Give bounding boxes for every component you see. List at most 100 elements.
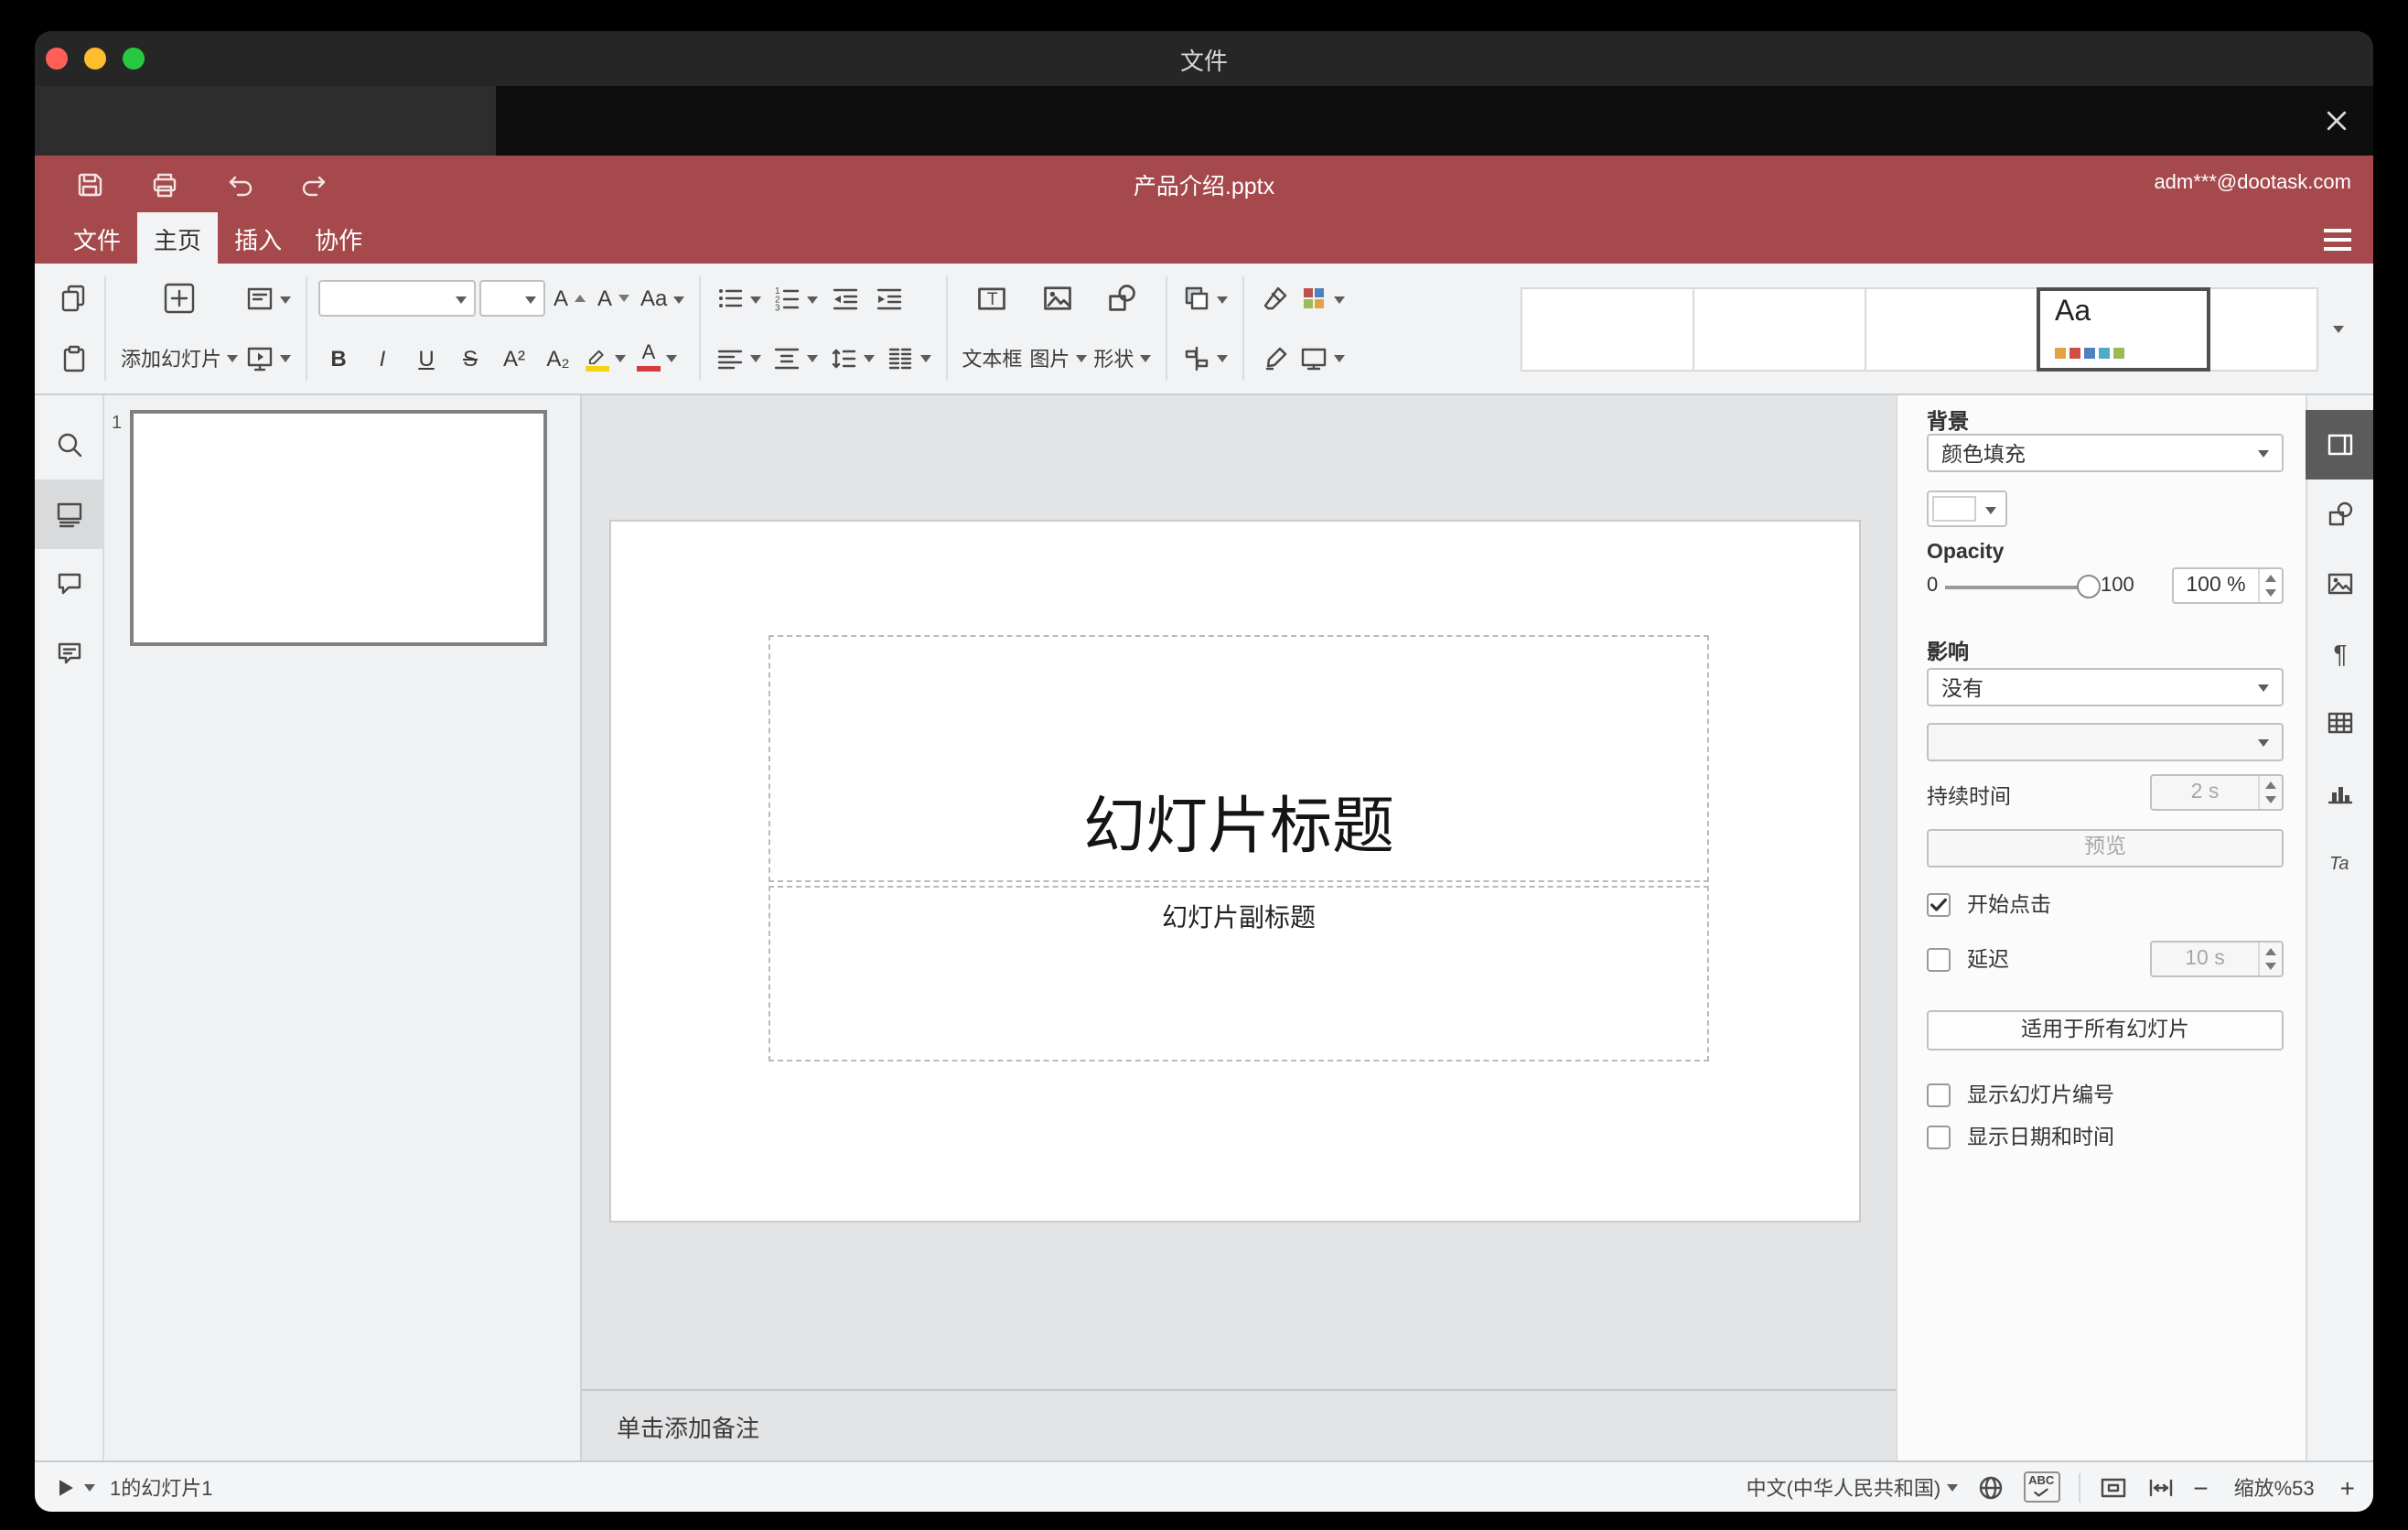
zoom-in-button[interactable]: + [2340, 1474, 2355, 1500]
slide-canvas[interactable]: 幻灯片标题 幻灯片副标题 [582, 395, 1896, 1389]
tab-file[interactable]: 文件 [57, 212, 137, 264]
paste-button[interactable] [53, 337, 93, 381]
color-scheme-button[interactable] [1295, 277, 1348, 321]
textart-settings-button[interactable]: Ta [2306, 827, 2373, 897]
spinner-arrows-icon[interactable] [2258, 569, 2282, 602]
underline-button[interactable]: U [406, 337, 446, 381]
theme-slot-2[interactable] [1693, 286, 1866, 371]
slide[interactable]: 幻灯片标题 幻灯片副标题 [609, 520, 1861, 1223]
delay-spinner[interactable]: 10 s [2150, 941, 2284, 977]
save-button[interactable] [75, 169, 104, 199]
feedback-panel-button[interactable] [35, 619, 103, 688]
change-layout-button[interactable] [242, 277, 295, 321]
theme-gallery-expand-button[interactable] [2318, 286, 2359, 371]
table-settings-button[interactable] [2306, 688, 2373, 758]
document-language-icon[interactable] [1975, 1472, 2005, 1502]
theme-slot-5[interactable] [2209, 286, 2318, 371]
superscript-button[interactable]: A² [494, 337, 534, 381]
fill-color-picker[interactable] [1927, 490, 2007, 527]
chart-settings-button[interactable] [2306, 758, 2373, 827]
spinner-arrows-icon[interactable] [2258, 776, 2282, 809]
opacity-slider-track[interactable] [1945, 586, 2088, 589]
slide-size-button[interactable] [1295, 337, 1348, 381]
search-panel-button[interactable] [35, 410, 103, 479]
opacity-slider-handle[interactable] [2077, 575, 2101, 598]
start-slideshow-status-button[interactable] [53, 1474, 95, 1500]
print-button[interactable] [150, 169, 179, 199]
preview-button[interactable]: 预览 [1927, 829, 2284, 867]
copy-button[interactable] [53, 277, 93, 321]
shape-settings-button[interactable] [2306, 479, 2373, 549]
fit-to-slide-button[interactable] [2098, 1472, 2127, 1502]
font-color-button[interactable]: A [633, 337, 681, 381]
paragraph-settings-button[interactable]: ¶ [2306, 619, 2373, 688]
vertical-align-button[interactable] [768, 337, 821, 381]
insert-image-button[interactable]: 图片 [1026, 337, 1090, 381]
tab-collaboration[interactable]: 协作 [298, 212, 379, 264]
delay-checkbox[interactable] [1927, 947, 1951, 971]
apply-to-all-slides-button[interactable]: 适用于所有幻灯片 [1927, 1010, 2284, 1051]
language-selector[interactable]: 中文(中华人民共和国) [1747, 1472, 1958, 1502]
decrease-indent-button[interactable] [824, 277, 865, 321]
start-slideshow-toolbar-button[interactable] [242, 337, 295, 381]
subscript-button[interactable]: A₂ [538, 337, 578, 381]
increase-indent-button[interactable] [868, 277, 908, 321]
line-spacing-button[interactable] [824, 337, 877, 381]
align-shapes-button[interactable] [1177, 337, 1231, 381]
strikethrough-button[interactable]: S [450, 337, 490, 381]
copy-style-button[interactable] [1254, 337, 1295, 381]
add-slide-icon[interactable] [157, 277, 201, 321]
change-case-button[interactable]: Aa [637, 277, 687, 321]
bullets-button[interactable] [711, 277, 764, 321]
notes-area[interactable]: 单击添加备注 [582, 1389, 1896, 1460]
slide-settings-button[interactable] [2306, 410, 2373, 479]
menu-icon[interactable] [2324, 229, 2351, 251]
theme-slot-selected[interactable]: Aa [2037, 286, 2210, 371]
arrange-shapes-button[interactable] [1177, 277, 1231, 321]
bold-button[interactable]: B [318, 337, 359, 381]
spellcheck-icon[interactable]: ABC [2023, 1471, 2060, 1503]
insert-textbox-button[interactable]: 文本框 [958, 337, 1026, 381]
comments-panel-button[interactable] [35, 549, 103, 619]
tab-insert[interactable]: 插入 [218, 212, 298, 264]
increase-font-button[interactable]: A [549, 277, 589, 321]
theme-slot-3[interactable] [1865, 286, 2038, 371]
zoom-level-label[interactable]: 缩放%53 [2227, 1472, 2322, 1502]
highlight-color-button[interactable] [582, 337, 629, 381]
image-settings-button[interactable] [2306, 549, 2373, 619]
insert-textbox-icon[interactable]: T [972, 277, 1012, 321]
add-slide-button[interactable]: 添加幻灯片 [117, 337, 242, 381]
theme-slot-1[interactable] [1521, 286, 1694, 371]
spinner-arrows-icon[interactable] [2258, 943, 2282, 975]
decrease-font-button[interactable]: A [593, 277, 633, 321]
horizontal-align-button[interactable] [711, 337, 764, 381]
start-on-click-checkbox[interactable] [1927, 892, 1951, 916]
effect-type-select[interactable] [1927, 723, 2284, 761]
show-slide-number-checkbox[interactable] [1927, 1083, 1951, 1106]
fit-to-width-button[interactable] [2145, 1472, 2175, 1502]
duration-spinner[interactable]: 2 s [2150, 774, 2284, 811]
insert-shape-button[interactable]: 形状 [1090, 337, 1154, 381]
insert-shape-icon[interactable] [1102, 277, 1142, 321]
columns-button[interactable] [881, 337, 934, 381]
zoom-out-button[interactable]: − [2193, 1474, 2208, 1500]
slide-thumbnail-1[interactable] [130, 410, 547, 646]
tab-home[interactable]: 主页 [137, 212, 219, 264]
subtitle-placeholder[interactable]: 幻灯片副标题 [769, 886, 1709, 1061]
close-icon[interactable] [2320, 104, 2353, 137]
undo-button[interactable] [225, 169, 254, 199]
font-size-combo[interactable] [479, 280, 545, 318]
italic-button[interactable]: I [362, 337, 403, 381]
numbering-button[interactable]: 123 [768, 277, 821, 321]
opacity-spinner[interactable]: 100 % [2172, 567, 2284, 604]
show-date-time-checkbox[interactable] [1927, 1125, 1951, 1148]
fill-type-select[interactable]: 颜色填充 [1927, 434, 2284, 472]
insert-textbox-group: T 文本框 [958, 269, 1026, 388]
slides-panel-button[interactable] [35, 479, 103, 549]
clear-style-button[interactable] [1254, 277, 1295, 321]
insert-image-icon[interactable] [1037, 277, 1078, 321]
effect-select[interactable]: 没有 [1927, 668, 2284, 706]
font-name-combo[interactable] [318, 280, 476, 318]
redo-button[interactable] [300, 169, 329, 199]
title-placeholder[interactable]: 幻灯片标题 [769, 635, 1709, 882]
